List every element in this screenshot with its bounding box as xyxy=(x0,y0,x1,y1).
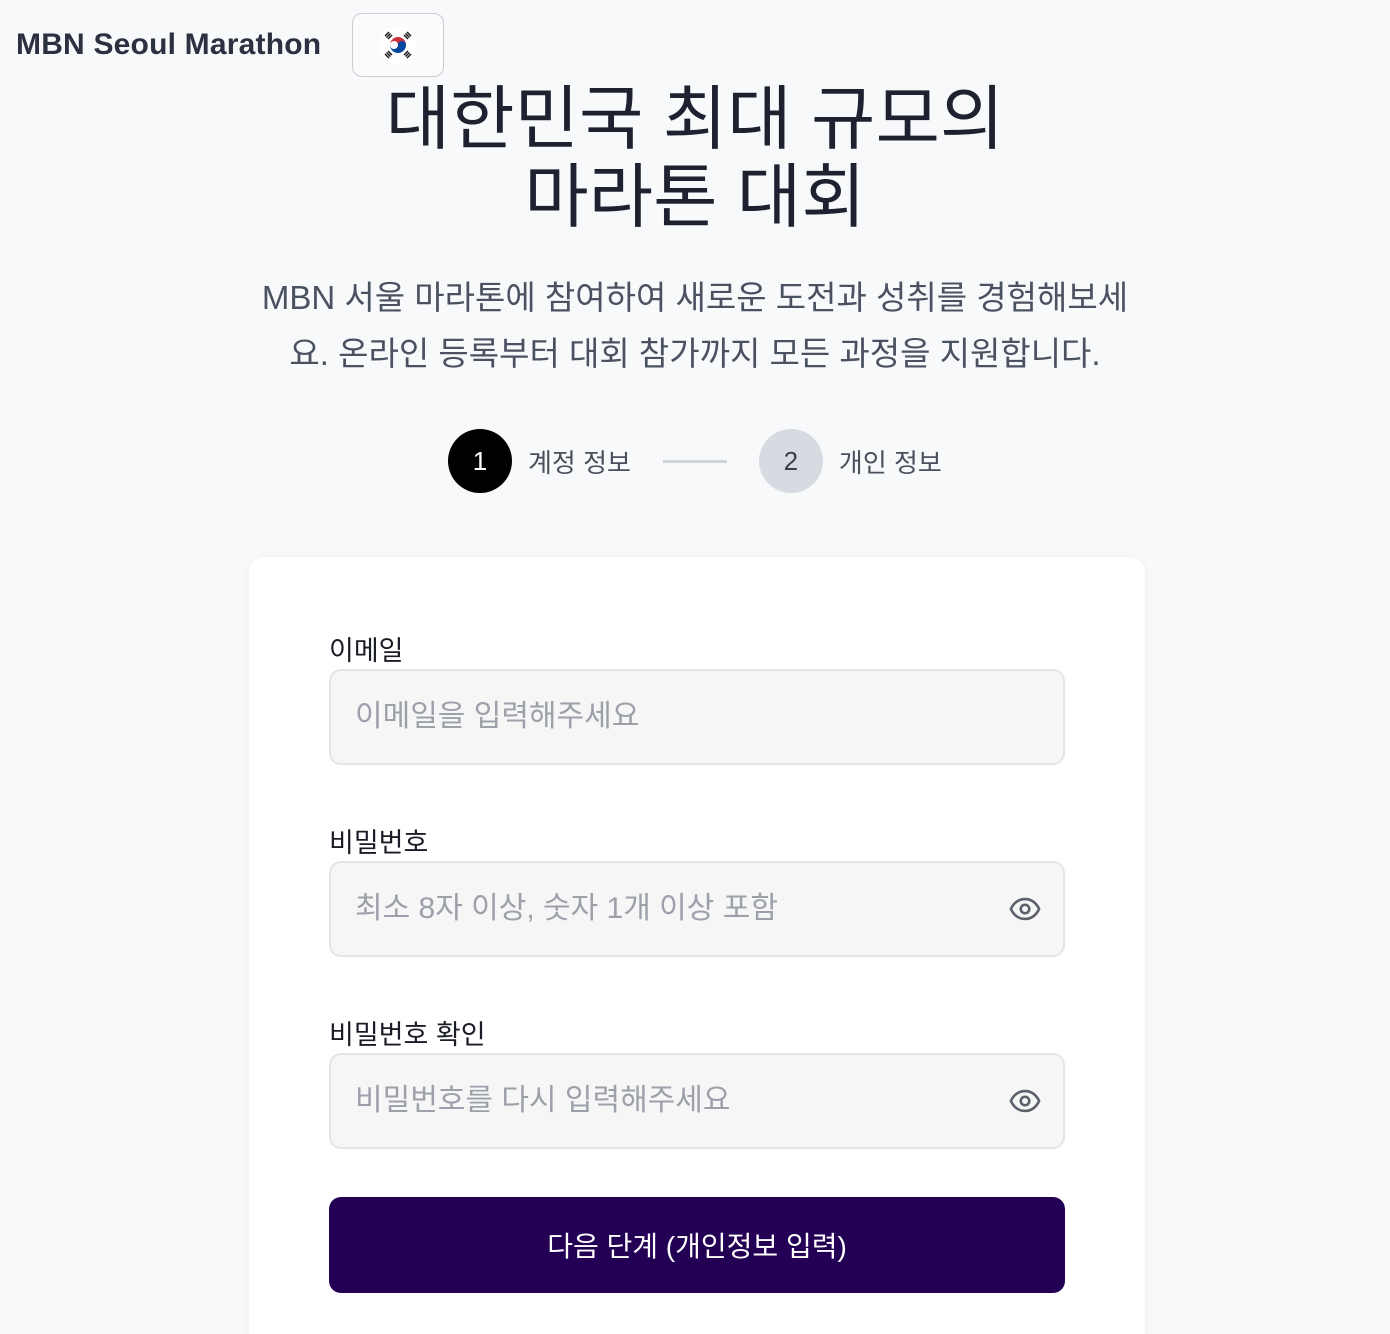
password-field-wrapper xyxy=(329,861,1065,957)
signup-page: MBN Seoul Marathon 대한민국 최대 규모의 마라톤 대회 MB… xyxy=(0,0,1390,1334)
hero-title: 대한민국 최대 규모의 마라톤 대회 xyxy=(0,80,1390,236)
step-1-label: 계정 정보 xyxy=(528,447,631,478)
step-1-indicator: 1 xyxy=(448,429,512,493)
password-confirm-input[interactable] xyxy=(331,1055,1063,1147)
email-input[interactable] xyxy=(331,671,1063,763)
eye-icon xyxy=(1009,897,1041,921)
brand-logo-text[interactable]: MBN Seoul Marathon xyxy=(16,28,321,62)
password-input[interactable] xyxy=(331,863,1063,955)
next-step-button[interactable]: 다음 단계 (개인정보 입력) xyxy=(329,1197,1065,1293)
email-field-wrapper xyxy=(329,669,1065,765)
step-connector xyxy=(662,459,727,463)
hero-subtitle: MBN 서울 마라톤에 참여하여 새로운 도전과 성취를 경험해보세요. 온라인… xyxy=(261,279,1129,372)
email-label: 이메일 xyxy=(329,636,404,666)
eye-icon xyxy=(1009,1089,1041,1113)
hero-title-line-2: 마라톤 대회 xyxy=(524,158,866,236)
password-confirm-label: 비밀번호 확인 xyxy=(329,1020,486,1050)
password-visibility-toggle[interactable] xyxy=(1007,891,1043,927)
hero-title-line-1: 대한민국 최대 규모의 xyxy=(385,80,1005,158)
password-confirm-field-wrapper xyxy=(329,1053,1065,1149)
step-2-label: 개인 정보 xyxy=(838,447,942,478)
language-switch-button[interactable] xyxy=(352,13,444,77)
password-confirm-visibility-toggle[interactable] xyxy=(1007,1083,1043,1119)
step-2-indicator: 2 xyxy=(758,429,823,493)
signup-stepper: 1 계정 정보 2 개인 정보 xyxy=(448,429,942,493)
password-label: 비밀번호 xyxy=(329,828,429,858)
south-korea-flag-icon xyxy=(379,26,417,64)
account-form-card: 이메일 비밀번호 비밀번호 확인 다음 단계 (개인 xyxy=(249,557,1145,1334)
